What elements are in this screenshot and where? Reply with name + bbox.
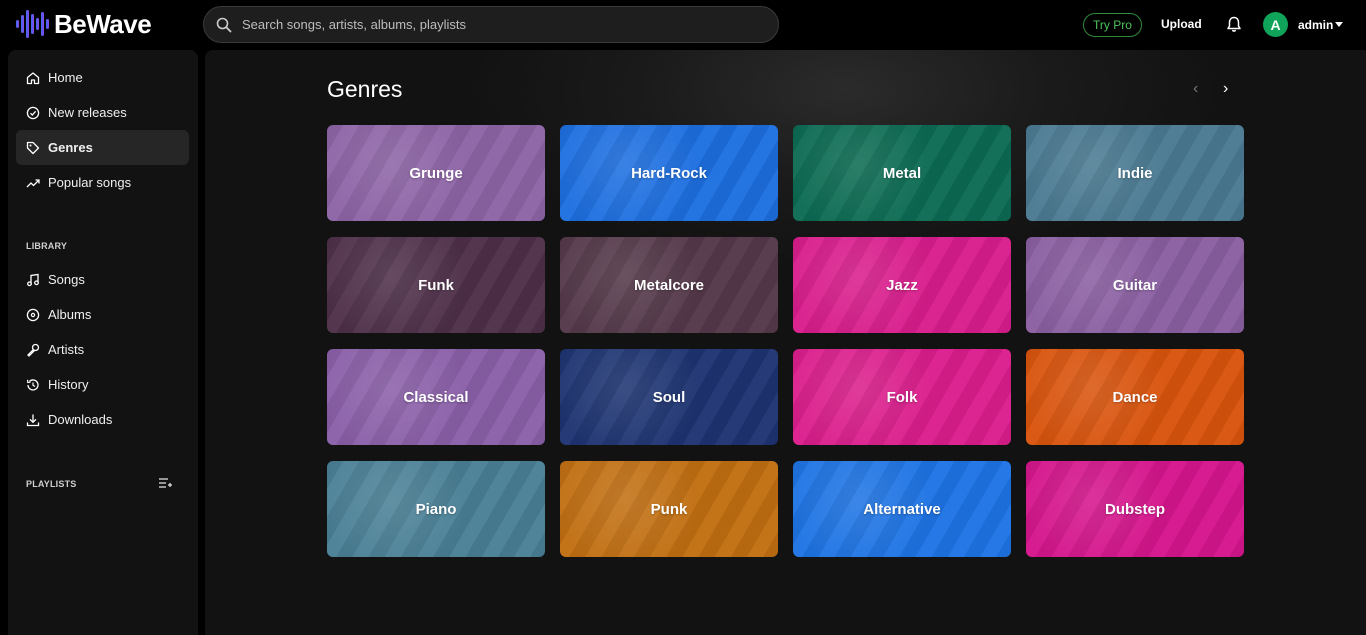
sidebar-item-downloads[interactable]: Downloads — [16, 402, 189, 437]
genre-grid: Grunge Hard-Rock Metal Indie Funk Metalcore Ja… — [327, 125, 1244, 557]
sidebar-item-label: Downloads — [48, 412, 113, 427]
trending-icon — [26, 178, 40, 187]
genre-card-folk[interactable]: Folk — [793, 349, 1011, 445]
history-icon — [26, 378, 39, 391]
download-icon — [26, 414, 40, 426]
logo[interactable]: BeWave — [14, 8, 152, 40]
genre-card-label: Soul — [652, 388, 686, 406]
page-title: Genres — [327, 76, 403, 102]
sidebar-item-artists[interactable]: Artists — [16, 332, 189, 367]
main-content: Genres ‹ › Grunge Hard-Rock Metal Indie Funk… — [205, 50, 1366, 635]
top-bar: BeWave Try Pro Upload A admin — [0, 0, 1366, 50]
sidebar: Home New releases Genres Popular songs L… — [8, 50, 198, 635]
genre-card-label: Dance — [1112, 388, 1158, 406]
genre-card-dance[interactable]: Dance — [1026, 349, 1244, 445]
sidebar-item-label: Albums — [48, 307, 92, 322]
microphone-icon — [27, 343, 40, 357]
genre-card-label: Dubstep — [1105, 500, 1165, 518]
genre-card-dubstep[interactable]: Dubstep — [1026, 461, 1244, 557]
search-input[interactable] — [242, 17, 762, 32]
playlist-add-icon[interactable] — [158, 477, 172, 489]
chevron-right-icon[interactable]: › — [1223, 80, 1228, 98]
genre-card-label: Classical — [403, 388, 469, 406]
sidebar-item-new-releases[interactable]: New releases — [16, 95, 189, 130]
genre-card-punk[interactable]: Punk — [560, 461, 778, 557]
check-circle-icon — [26, 106, 40, 119]
genre-card-metal[interactable]: Metal — [793, 125, 1011, 221]
genre-card-funk[interactable]: Funk — [327, 237, 545, 333]
tag-icon — [26, 141, 40, 154]
genre-card-label: Folk — [886, 388, 918, 406]
sidebar-item-label: Genres — [48, 140, 93, 155]
sidebar-item-popular-songs[interactable]: Popular songs — [16, 165, 189, 200]
chevron-down-icon[interactable] — [1335, 22, 1343, 27]
music-note-icon — [27, 273, 39, 286]
genre-card-classical[interactable]: Classical — [327, 349, 545, 445]
genre-card-indie[interactable]: Indie — [1026, 125, 1244, 221]
genre-card-alternative[interactable]: Alternative — [793, 461, 1011, 557]
genre-card-grunge[interactable]: Grunge — [327, 125, 545, 221]
avatar[interactable]: A — [1263, 12, 1288, 37]
search-bar — [203, 6, 779, 43]
sidebar-item-label: New releases — [48, 105, 127, 120]
genre-card-metalcore[interactable]: Metalcore — [560, 237, 778, 333]
playlists-label: PLAYLISTS — [26, 479, 77, 489]
genre-card-guitar[interactable]: Guitar — [1026, 237, 1244, 333]
sidebar-item-label: Home — [48, 70, 83, 85]
sidebar-item-label: Songs — [48, 272, 85, 287]
genre-card-label: Hard-Rock — [631, 164, 707, 182]
username[interactable]: admin — [1298, 18, 1333, 32]
home-icon — [26, 71, 40, 84]
genre-card-jazz[interactable]: Jazz — [793, 237, 1011, 333]
sidebar-item-label: Artists — [48, 342, 85, 357]
sidebar-item-history[interactable]: History — [16, 367, 189, 402]
search-icon — [216, 17, 232, 32]
genre-card-label: Alternative — [863, 500, 941, 518]
genre-card-label: Indie — [1117, 164, 1153, 182]
genre-card-label: Metal — [882, 164, 922, 182]
sidebar-item-label: History — [48, 377, 89, 392]
album-icon — [26, 308, 40, 321]
genre-card-soul[interactable]: Soul — [560, 349, 778, 445]
genre-card-label: Piano — [415, 500, 457, 518]
upload-button[interactable]: Upload — [1161, 17, 1202, 31]
genre-card-label: Funk — [418, 276, 454, 294]
bell-icon[interactable] — [1226, 16, 1242, 33]
genre-card-label: Punk — [650, 500, 688, 518]
genre-card-label: Grunge — [409, 164, 463, 182]
genre-card-label: Guitar — [1112, 276, 1158, 294]
app-name: BeWave — [54, 8, 152, 39]
genre-card-label: Metalcore — [633, 276, 705, 294]
sound-wave-icon — [16, 10, 49, 38]
sidebar-item-home[interactable]: Home — [16, 60, 189, 95]
try-pro-button[interactable]: Try Pro — [1083, 13, 1142, 37]
genre-card-hard-rock[interactable]: Hard-Rock — [560, 125, 778, 221]
chevron-left-icon[interactable]: ‹ — [1193, 80, 1198, 98]
sidebar-item-songs[interactable]: Songs — [16, 262, 189, 297]
sidebar-item-label: Popular songs — [48, 175, 132, 190]
genre-card-label: Jazz — [886, 276, 918, 294]
sidebar-item-albums[interactable]: Albums — [16, 297, 189, 332]
library-label: LIBRARY — [26, 241, 68, 251]
sidebar-item-genres[interactable]: Genres — [16, 130, 189, 165]
genre-card-piano[interactable]: Piano — [327, 461, 545, 557]
